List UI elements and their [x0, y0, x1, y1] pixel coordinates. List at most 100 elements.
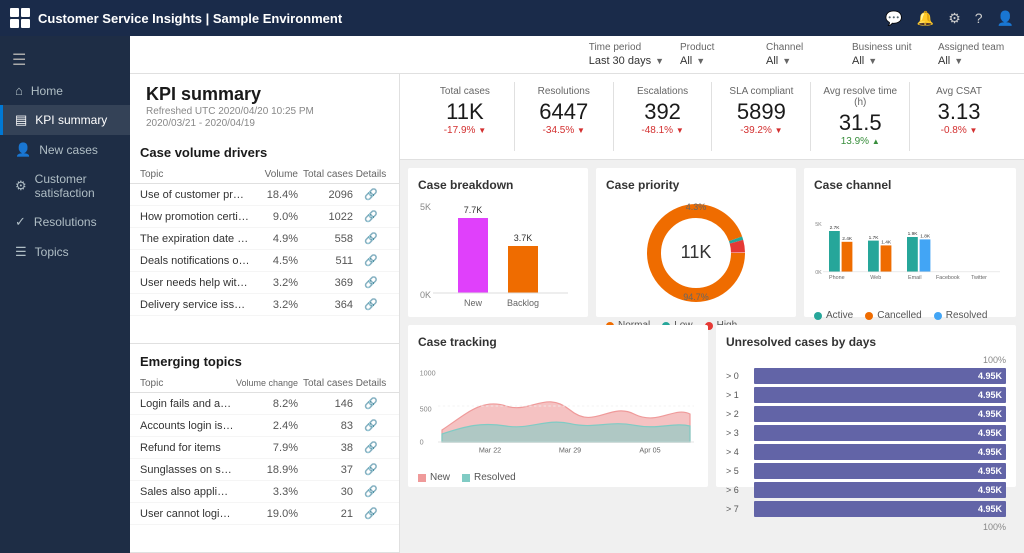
et-details-link[interactable]: 🔗 — [353, 485, 389, 498]
et-details-link[interactable]: 🔗 — [353, 507, 389, 520]
volume-cell: 3.2% — [250, 277, 298, 289]
main-layout: ☰ ⌂ Home ▤ KPI summary 👤 New cases ⚙ Cus… — [0, 36, 1024, 553]
unresolved-bar-value: 4.95K — [978, 466, 1002, 476]
topic-cell: The expiration date of a promoti... — [140, 233, 250, 245]
filter-time-select[interactable]: Last 30 days ▼ — [589, 55, 664, 67]
sidebar-item-kpi[interactable]: ▤ KPI summary — [0, 105, 130, 135]
help-icon[interactable]: ? — [975, 10, 983, 26]
unresolved-day-label: > 6 — [726, 485, 750, 495]
case-channel-chart: 5K 0K 2.7K 2.4K 1.7K — [814, 198, 1006, 306]
stat-label-5: Avg CSAT — [918, 86, 1000, 97]
sidebar-toggle[interactable]: ☰ — [0, 44, 130, 76]
topic-cell: Delivery service issues — [140, 299, 250, 311]
bell-icon[interactable]: 🔔 — [917, 10, 934, 27]
et-volume-cell: 2.4% — [234, 420, 298, 432]
legend-resolved-tracking: Resolved — [462, 472, 516, 483]
cases-cell: 2096 — [298, 189, 353, 201]
et-topic-cell: Accounts login issues — [140, 420, 234, 432]
unresolved-bar: 4.95K — [754, 368, 1006, 384]
et-details-link[interactable]: 🔗 — [353, 397, 389, 410]
details-link[interactable]: 🔗 — [353, 254, 389, 267]
details-link[interactable]: 🔗 — [353, 210, 389, 223]
unresolved-bar: 4.95K — [754, 425, 1006, 441]
svg-text:11K: 11K — [681, 242, 712, 262]
details-link[interactable]: 🔗 — [353, 298, 389, 311]
filter-product-select[interactable]: All ▼ — [680, 55, 750, 67]
topbar-actions: 💬 🔔 ⚙ ? 👤 — [885, 10, 1014, 27]
stat-value-3: 5899 — [720, 99, 802, 125]
svg-text:0K: 0K — [815, 270, 822, 276]
sidebar-item-home[interactable]: ⌂ Home — [0, 76, 130, 105]
case-priority-chart: 11K 94.7% 4.3% — [606, 198, 786, 316]
resolved-tracking-sq — [462, 474, 470, 482]
chat-icon[interactable]: 💬 — [885, 10, 902, 27]
stat-escalations: Escalations 392 -48.1% — [614, 82, 713, 151]
stat-resolve-time: Avg resolve time (h) 31.5 13.9% — [811, 82, 910, 151]
et-details-link[interactable]: 🔗 — [353, 463, 389, 476]
et-cases-cell: 83 — [298, 420, 353, 432]
details-link[interactable]: 🔗 — [353, 232, 389, 245]
list-item: > 0 4.95K — [726, 368, 1006, 384]
et-cases-cell: 37 — [298, 464, 353, 476]
col-volume: Volume — [250, 169, 298, 180]
filter-channel: Channel All ▼ — [766, 42, 836, 67]
sidebar-label-kpi: KPI summary — [35, 113, 107, 127]
topic-cell: How promotion certificate works... — [140, 211, 250, 223]
filters-bar: Time period Last 30 days ▼ Product All ▼… — [130, 36, 1024, 74]
sidebar-item-satisfaction[interactable]: ⚙ Customer satisfaction — [0, 165, 130, 207]
stat-value-5: 3.13 — [918, 99, 1000, 125]
filter-team-label: Assigned team — [938, 42, 1008, 53]
svg-text:Twitter: Twitter — [971, 275, 987, 281]
et-details-link[interactable]: 🔗 — [353, 419, 389, 432]
case-tracking-chart: 1000 500 0 Mar 22 Mar 29 Apr 05 — [418, 355, 698, 468]
case-channel-svg: 5K 0K 2.7K 2.4K 1.7K — [814, 198, 1006, 303]
sidebar-item-cases[interactable]: 👤 New cases — [0, 135, 130, 165]
unresolved-100-bottom: 100% — [726, 522, 1006, 532]
sidebar-label-satisfaction: Customer satisfaction — [35, 172, 118, 200]
table-row: Login fails and account ... 8.2% 146 🔗 — [130, 393, 399, 415]
filter-product: Product All ▼ — [680, 42, 750, 67]
details-link[interactable]: 🔗 — [353, 276, 389, 289]
cases-icon: 👤 — [15, 142, 31, 158]
svg-text:7.7K: 7.7K — [464, 205, 483, 215]
unresolved-bar-value: 4.95K — [978, 371, 1002, 381]
et-col-cases: Total cases — [298, 378, 353, 389]
stat-change-2: -48.1% — [622, 125, 704, 136]
details-link[interactable]: 🔗 — [353, 188, 389, 201]
topic-cell: User needs help with payment is... — [140, 277, 250, 289]
list-item: > 1 4.95K — [726, 387, 1006, 403]
case-priority-title: Case priority — [606, 178, 786, 192]
kpi-header: KPI summary Refreshed UTC 2020/04/20 10:… — [130, 74, 399, 135]
channel-legend: Active Cancelled Resolved — [814, 310, 1006, 321]
col-details: Details — [353, 169, 389, 180]
sidebar-item-resolutions[interactable]: ✓ Resolutions — [0, 207, 130, 237]
svg-text:Email: Email — [908, 275, 921, 281]
unresolved-day-label: > 7 — [726, 504, 750, 514]
volume-cell: 3.2% — [250, 299, 298, 311]
topic-cell: Deals notifications on mobile — [140, 255, 250, 267]
stat-label-4: Avg resolve time (h) — [819, 86, 901, 108]
stat-label-1: Resolutions — [523, 86, 605, 97]
user-icon[interactable]: 👤 — [997, 10, 1014, 27]
stat-value-1: 6447 — [523, 99, 605, 125]
case-breakdown-chart: 5K 0K 7.7K 3.7K New Backlog — [418, 198, 578, 316]
filter-product-label: Product — [680, 42, 750, 53]
case-priority-svg: 11K 94.7% 4.3% — [606, 198, 786, 313]
stat-label-0: Total cases — [424, 86, 506, 97]
resolutions-icon: ✓ — [15, 214, 26, 230]
unresolved-day-label: > 4 — [726, 447, 750, 457]
et-details-link[interactable]: 🔗 — [353, 441, 389, 454]
svg-text:2.7K: 2.7K — [830, 225, 841, 231]
filter-bu-select[interactable]: All ▼ — [852, 55, 922, 67]
stat-change-5: -0.8% — [918, 125, 1000, 136]
sidebar-item-topics[interactable]: ☰ Topics — [0, 237, 130, 267]
table-row: Deals notifications on mobile 4.5% 511 🔗 — [130, 250, 399, 272]
filter-team-select[interactable]: All ▼ — [938, 55, 1008, 67]
gear-icon[interactable]: ⚙ — [948, 10, 961, 27]
stat-total-cases: Total cases 11K -17.9% — [416, 82, 515, 151]
et-topic-cell: Sunglasses on sale — [140, 464, 234, 476]
stat-change-3: -39.2% — [720, 125, 802, 136]
filter-channel-select[interactable]: All ▼ — [766, 55, 836, 67]
list-item: > 3 4.95K — [726, 425, 1006, 441]
cancelled-label: Cancelled — [877, 310, 921, 321]
